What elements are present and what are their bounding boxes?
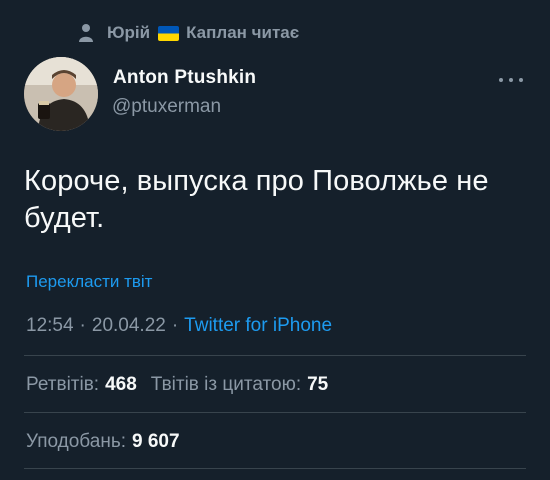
more-dot	[499, 78, 503, 82]
more-dot	[509, 78, 513, 82]
tweet-source-link[interactable]: Twitter for iPhone	[184, 315, 332, 336]
meta-separator: ·	[171, 315, 179, 336]
ukraine-flag-icon	[158, 25, 180, 41]
social-context-action: читає	[251, 23, 300, 42]
avatar[interactable]	[24, 57, 98, 131]
divider	[24, 468, 526, 469]
quotes-label: Твітів із цитатою:	[150, 374, 302, 395]
translate-tweet-link[interactable]: Перекласти твіт	[26, 272, 152, 292]
social-context-name-last: Каплан	[186, 23, 247, 42]
likes-label: Уподобань:	[26, 431, 126, 452]
tweet-date[interactable]: 20.04.22	[92, 315, 166, 336]
more-options-icon[interactable]	[499, 70, 523, 90]
social-context-name-first: Юрій	[107, 23, 151, 42]
quotes-link[interactable]: Твітів із цитатою: 75	[151, 374, 328, 395]
divider	[24, 412, 526, 413]
tweet-time[interactable]: 12:54	[26, 315, 74, 336]
divider	[24, 355, 526, 356]
author-handle[interactable]: @ptuxerman	[112, 96, 221, 118]
person-icon	[78, 23, 94, 43]
more-dot	[519, 78, 523, 82]
tweet-detail-view: Юрій Каплан читає Anton Ptushkin @ptuxer…	[0, 0, 550, 480]
retweet-stats: Ретвітів: 468 Твітів із цитатою: 75	[26, 374, 328, 396]
quotes-count: 75	[307, 374, 329, 395]
tweet-meta: 12:54 · 20.04.22 · Twitter for iPhone	[26, 315, 332, 337]
social-context[interactable]: Юрій Каплан читає	[78, 23, 299, 43]
likes-count: 9 607	[132, 431, 180, 452]
author-name[interactable]: Anton Ptushkin	[113, 67, 256, 89]
retweets-link[interactable]: Ретвітів: 468	[26, 374, 137, 395]
likes-link[interactable]: Уподобань: 9 607	[26, 431, 180, 453]
retweets-count: 468	[105, 374, 137, 395]
retweets-label: Ретвітів:	[26, 374, 100, 395]
tweet-text: Короче, выпуска про Поволжье не будет.	[24, 165, 489, 234]
meta-separator: ·	[79, 315, 86, 336]
